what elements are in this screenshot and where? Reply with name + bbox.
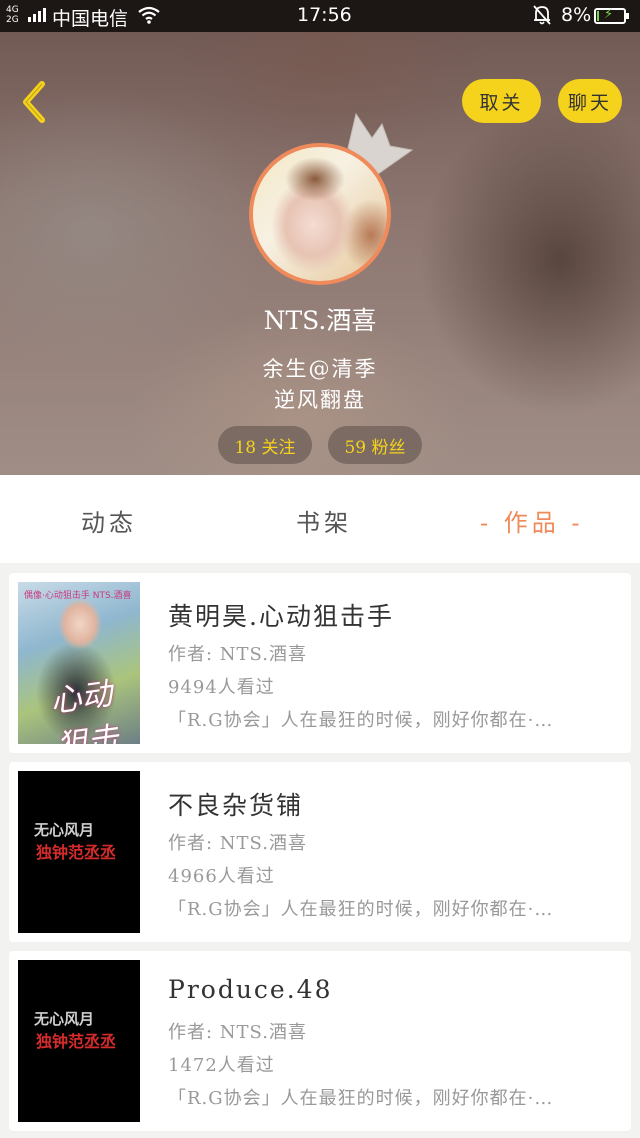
tab-dynamic[interactable]: 动态 bbox=[81, 503, 137, 538]
profile-nickname: NTS.酒喜 bbox=[263, 306, 377, 335]
back-button[interactable] bbox=[16, 80, 56, 124]
wifi-icon bbox=[137, 5, 161, 30]
work-views: 1472人看过 bbox=[168, 1055, 275, 1076]
fans-count-button[interactable]: 59 粉丝 bbox=[328, 426, 422, 464]
work-description: 「R.G协会」人在最狂的时候，刚好你都在·… bbox=[168, 710, 554, 731]
work-description: 「R.G协会」人在最狂的时候，刚好你都在·… bbox=[168, 899, 554, 920]
work-title: 不良杂货铺 bbox=[168, 791, 304, 820]
unfollow-button[interactable]: 取关 bbox=[462, 79, 541, 123]
work-author: 作者: NTS.酒喜 bbox=[168, 833, 307, 854]
following-count-button[interactable]: 18 关注 bbox=[218, 426, 312, 464]
signal-icon bbox=[28, 8, 46, 22]
profile-tabs: 动态 书架 - 作品 - bbox=[0, 475, 640, 563]
tab-bookshelf[interactable]: 书架 bbox=[296, 503, 352, 538]
battery-icon: ⚡ bbox=[594, 7, 629, 24]
work-card[interactable]: 偶像·心动狙击手 NTS.酒喜 心动 狙击手 黄明昊.心动狙击手 作者: NTS… bbox=[9, 573, 631, 753]
work-author: 作者: NTS.酒喜 bbox=[168, 1022, 307, 1043]
work-views: 9494人看过 bbox=[168, 677, 275, 698]
avatar[interactable] bbox=[249, 143, 391, 285]
profile-bio-line1: 余生@清季 bbox=[262, 357, 378, 381]
work-cover-image: 偶像·心动狙击手 NTS.酒喜 心动 狙击手 bbox=[18, 582, 140, 744]
back-chevron-icon bbox=[23, 81, 45, 123]
work-cover-image: 无心风月 独钟范丞丞 bbox=[18, 960, 140, 1122]
chat-button[interactable]: 聊天 bbox=[558, 79, 622, 123]
work-card[interactable]: 无心风月 独钟范丞丞 不良杂货铺 作者: NTS.酒喜 4966人看过 「R.G… bbox=[9, 762, 631, 942]
tab-works[interactable]: - 作品 - bbox=[480, 503, 583, 538]
clock: 17:56 bbox=[297, 4, 352, 26]
profile-header: 4G 2G 中国电信 17:56 8% ⚡ 取关 聊天 NTS.酒喜 余生@清季… bbox=[0, 0, 640, 475]
work-title: Produce.48 bbox=[168, 975, 333, 1004]
work-views: 4966人看过 bbox=[168, 866, 275, 887]
work-cover-image: 无心风月 独钟范丞丞 bbox=[18, 771, 140, 933]
profile-bio-line2: 逆风翻盘 bbox=[274, 388, 366, 412]
work-card[interactable]: 无心风月 独钟范丞丞 Produce.48 作者: NTS.酒喜 1472人看过… bbox=[9, 951, 631, 1131]
status-bar: 4G 2G 中国电信 17:56 8% ⚡ bbox=[0, 0, 640, 32]
mute-bell-icon bbox=[532, 4, 552, 31]
carrier-name: 中国电信 bbox=[52, 8, 129, 30]
battery-percent: 8% bbox=[561, 4, 592, 26]
work-description: 「R.G协会」人在最狂的时候，刚好你都在·… bbox=[168, 1088, 554, 1109]
work-title: 黄明昊.心动狙击手 bbox=[168, 602, 394, 631]
work-author: 作者: NTS.酒喜 bbox=[168, 644, 307, 665]
network-type: 4G 2G bbox=[6, 5, 19, 25]
